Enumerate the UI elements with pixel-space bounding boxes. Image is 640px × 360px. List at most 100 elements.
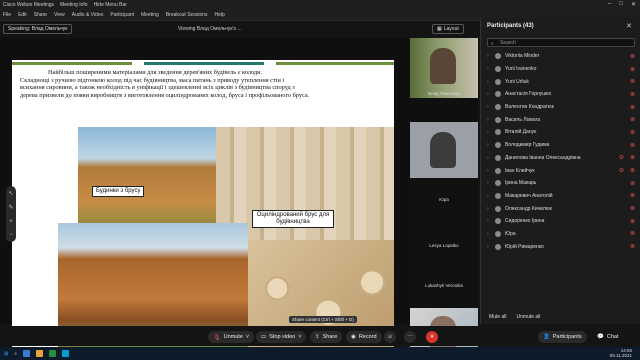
chevron-right-icon[interactable]: › — [487, 244, 493, 250]
participant-row[interactable]: › Ірина Макарь ⊗ — [487, 177, 637, 190]
close-icon[interactable]: ✕ — [631, 1, 636, 8]
participant-row[interactable]: › Валентин Кондратюк ⊗ — [487, 101, 637, 114]
participant-row[interactable]: › Yurii Urliuk ⊗ — [487, 75, 637, 88]
chevron-right-icon[interactable]: › — [487, 91, 493, 97]
system-clock[interactable]: 14:56 09.11.2021 — [610, 348, 632, 358]
chevron-down-icon[interactable]: ˅ — [246, 334, 249, 340]
mute-all-button[interactable]: Mute all — [489, 314, 507, 320]
maximize-icon[interactable]: □ — [619, 1, 623, 8]
mic-muted-icon[interactable]: ⊗ — [630, 218, 635, 225]
zoom-out-icon[interactable]: − — [9, 232, 13, 238]
record-button[interactable]: ◉ Record — [346, 331, 382, 343]
mic-muted-icon[interactable]: ⊗ — [630, 129, 635, 136]
participant-row[interactable]: › Данилова Іванна Олександрівна ⊘ ⊗ — [487, 152, 637, 165]
chevron-right-icon[interactable]: › — [487, 218, 493, 224]
unmute-button[interactable]: 🎙 Unmute ˅ — [208, 331, 255, 343]
chevron-right-icon[interactable]: › — [487, 53, 493, 59]
participant-row[interactable]: › Анастасія Горнушко ⊗ — [487, 88, 637, 101]
menu-view[interactable]: View — [54, 12, 65, 18]
search-icon[interactable]: ⌕ — [14, 351, 17, 357]
chevron-right-icon[interactable]: › — [487, 206, 493, 212]
windows-start-icon[interactable]: ⊞ — [4, 351, 8, 357]
participant-row[interactable]: › Володимир Гудима ⊗ — [487, 139, 637, 152]
mic-muted-icon[interactable]: ⊗ — [630, 192, 635, 199]
menu-breakout-sessions[interactable]: Breakout Sessions — [166, 12, 208, 18]
chevron-right-icon[interactable]: › — [487, 129, 493, 135]
mic-muted-icon[interactable]: ⊗ — [630, 180, 635, 187]
menu-share[interactable]: Share — [34, 12, 47, 18]
participant-row[interactable]: › Василь Ломага ⊗ — [487, 113, 637, 126]
chevron-right-icon[interactable]: › — [487, 104, 493, 110]
browser-icon[interactable] — [49, 350, 57, 357]
participant-row[interactable]: › Юра ⊗ — [487, 228, 637, 241]
speaking-indicator[interactable]: Speaking: Влад Омельчук — [3, 24, 73, 34]
menu-participant[interactable]: Participant — [110, 12, 134, 18]
participant-row[interactable]: › Макаревич Анатолій ⊗ — [487, 190, 637, 203]
chevron-right-icon[interactable]: › — [487, 168, 493, 174]
menu-file[interactable]: File — [3, 12, 11, 18]
mic-muted-icon[interactable]: ⊗ — [630, 243, 635, 250]
video-tile[interactable]: Влад Омельчук — [410, 38, 478, 98]
menu-help[interactable]: Help — [215, 12, 225, 18]
chevron-right-icon[interactable]: › — [487, 193, 493, 199]
menu-audio-video[interactable]: Audio & Video — [72, 12, 104, 18]
pointer-icon[interactable]: ↖ — [8, 190, 13, 197]
participant-status-icons: ⊗ — [630, 53, 635, 60]
stop-video-button[interactable]: ▭ Stop video ˅ — [256, 331, 307, 343]
participant-row[interactable]: › Іван Клейчук ⊘ ⊗ — [487, 164, 637, 177]
leave-meeting-button[interactable]: ✕ — [426, 331, 438, 343]
mic-muted-icon[interactable]: ⊗ — [630, 142, 635, 149]
participant-row[interactable]: › Віталій Данук ⊗ — [487, 126, 637, 139]
pen-icon[interactable]: ✎ — [8, 204, 13, 211]
meeting-info-button[interactable]: Meeting Info — [60, 2, 88, 8]
mic-muted-icon[interactable]: ⊗ — [630, 230, 635, 237]
participant-name: Сидоренко Ірина — [505, 218, 545, 225]
participant-search-input[interactable]: ⌕ Search — [487, 38, 635, 47]
participant-row[interactable]: › Олександр Кичилюк ⊗ — [487, 202, 637, 215]
reactions-button[interactable]: ☺ — [384, 331, 396, 343]
mic-muted-icon[interactable]: ⊗ — [630, 167, 635, 174]
chevron-right-icon[interactable]: › — [487, 66, 493, 72]
mic-muted-icon[interactable]: ⊗ — [630, 104, 635, 111]
accent-bar-1 — [12, 62, 132, 65]
participants-toggle-button[interactable]: 👤 Participants — [538, 331, 587, 343]
unmute-all-button[interactable]: Unmute all — [517, 314, 541, 320]
chevron-down-icon[interactable]: ˅ — [298, 334, 301, 340]
webex-icon[interactable] — [62, 350, 70, 357]
video-tile[interactable]: Юра — [410, 178, 478, 226]
close-panel-icon[interactable]: ✕ — [626, 22, 632, 30]
menu-edit[interactable]: Edit — [18, 12, 27, 18]
participant-row[interactable]: › Сидоренко Ірина ⊗ — [487, 215, 637, 228]
chevron-right-icon[interactable]: › — [487, 180, 493, 186]
video-tile[interactable] — [410, 122, 478, 182]
mic-muted-icon[interactable]: ⊗ — [630, 53, 635, 60]
chevron-right-icon[interactable]: › — [487, 231, 493, 237]
mic-muted-icon[interactable]: ⊗ — [630, 91, 635, 98]
mic-muted-icon[interactable]: ⊗ — [630, 116, 635, 123]
participant-row[interactable]: › Yurii Ivanenko ⊗ — [487, 63, 637, 76]
video-tile[interactable]: Lukashyk Veronika — [410, 270, 478, 306]
more-options-button[interactable]: ⋯ — [404, 331, 416, 343]
chevron-right-icon[interactable]: › — [487, 117, 493, 123]
chat-button[interactable]: 💬 Chat — [592, 331, 624, 343]
mic-muted-icon[interactable]: ⊗ — [630, 154, 635, 161]
mic-muted-icon[interactable]: ⊗ — [630, 205, 635, 212]
hide-menu-bar-button[interactable]: Hide Menu Bar — [94, 2, 127, 8]
participant-name: Юрій Римаренко — [505, 243, 544, 250]
participant-row[interactable]: › Viktoriia Minder ⊗ — [487, 50, 637, 63]
share-button[interactable]: ⇪ Share — [310, 331, 343, 343]
participant-name: Viktoriia Minder — [505, 53, 540, 60]
video-tile[interactable]: Lesya Lopatko — [410, 228, 478, 268]
minimize-icon[interactable]: – — [608, 1, 611, 8]
menu-meeting[interactable]: Meeting — [141, 12, 159, 18]
task-view-icon[interactable] — [23, 350, 31, 357]
chevron-right-icon[interactable]: › — [487, 142, 493, 148]
zoom-in-icon[interactable]: + — [9, 219, 13, 225]
chevron-right-icon[interactable]: › — [487, 155, 493, 161]
file-explorer-icon[interactable] — [36, 350, 44, 357]
chevron-right-icon[interactable]: › — [487, 79, 493, 85]
layout-button[interactable]: ▦ Layout — [432, 24, 464, 34]
mic-muted-icon[interactable]: ⊗ — [630, 78, 635, 85]
mic-muted-icon[interactable]: ⊗ — [630, 66, 635, 73]
participant-row[interactable]: › Юрій Римаренко ⊗ — [487, 240, 637, 253]
